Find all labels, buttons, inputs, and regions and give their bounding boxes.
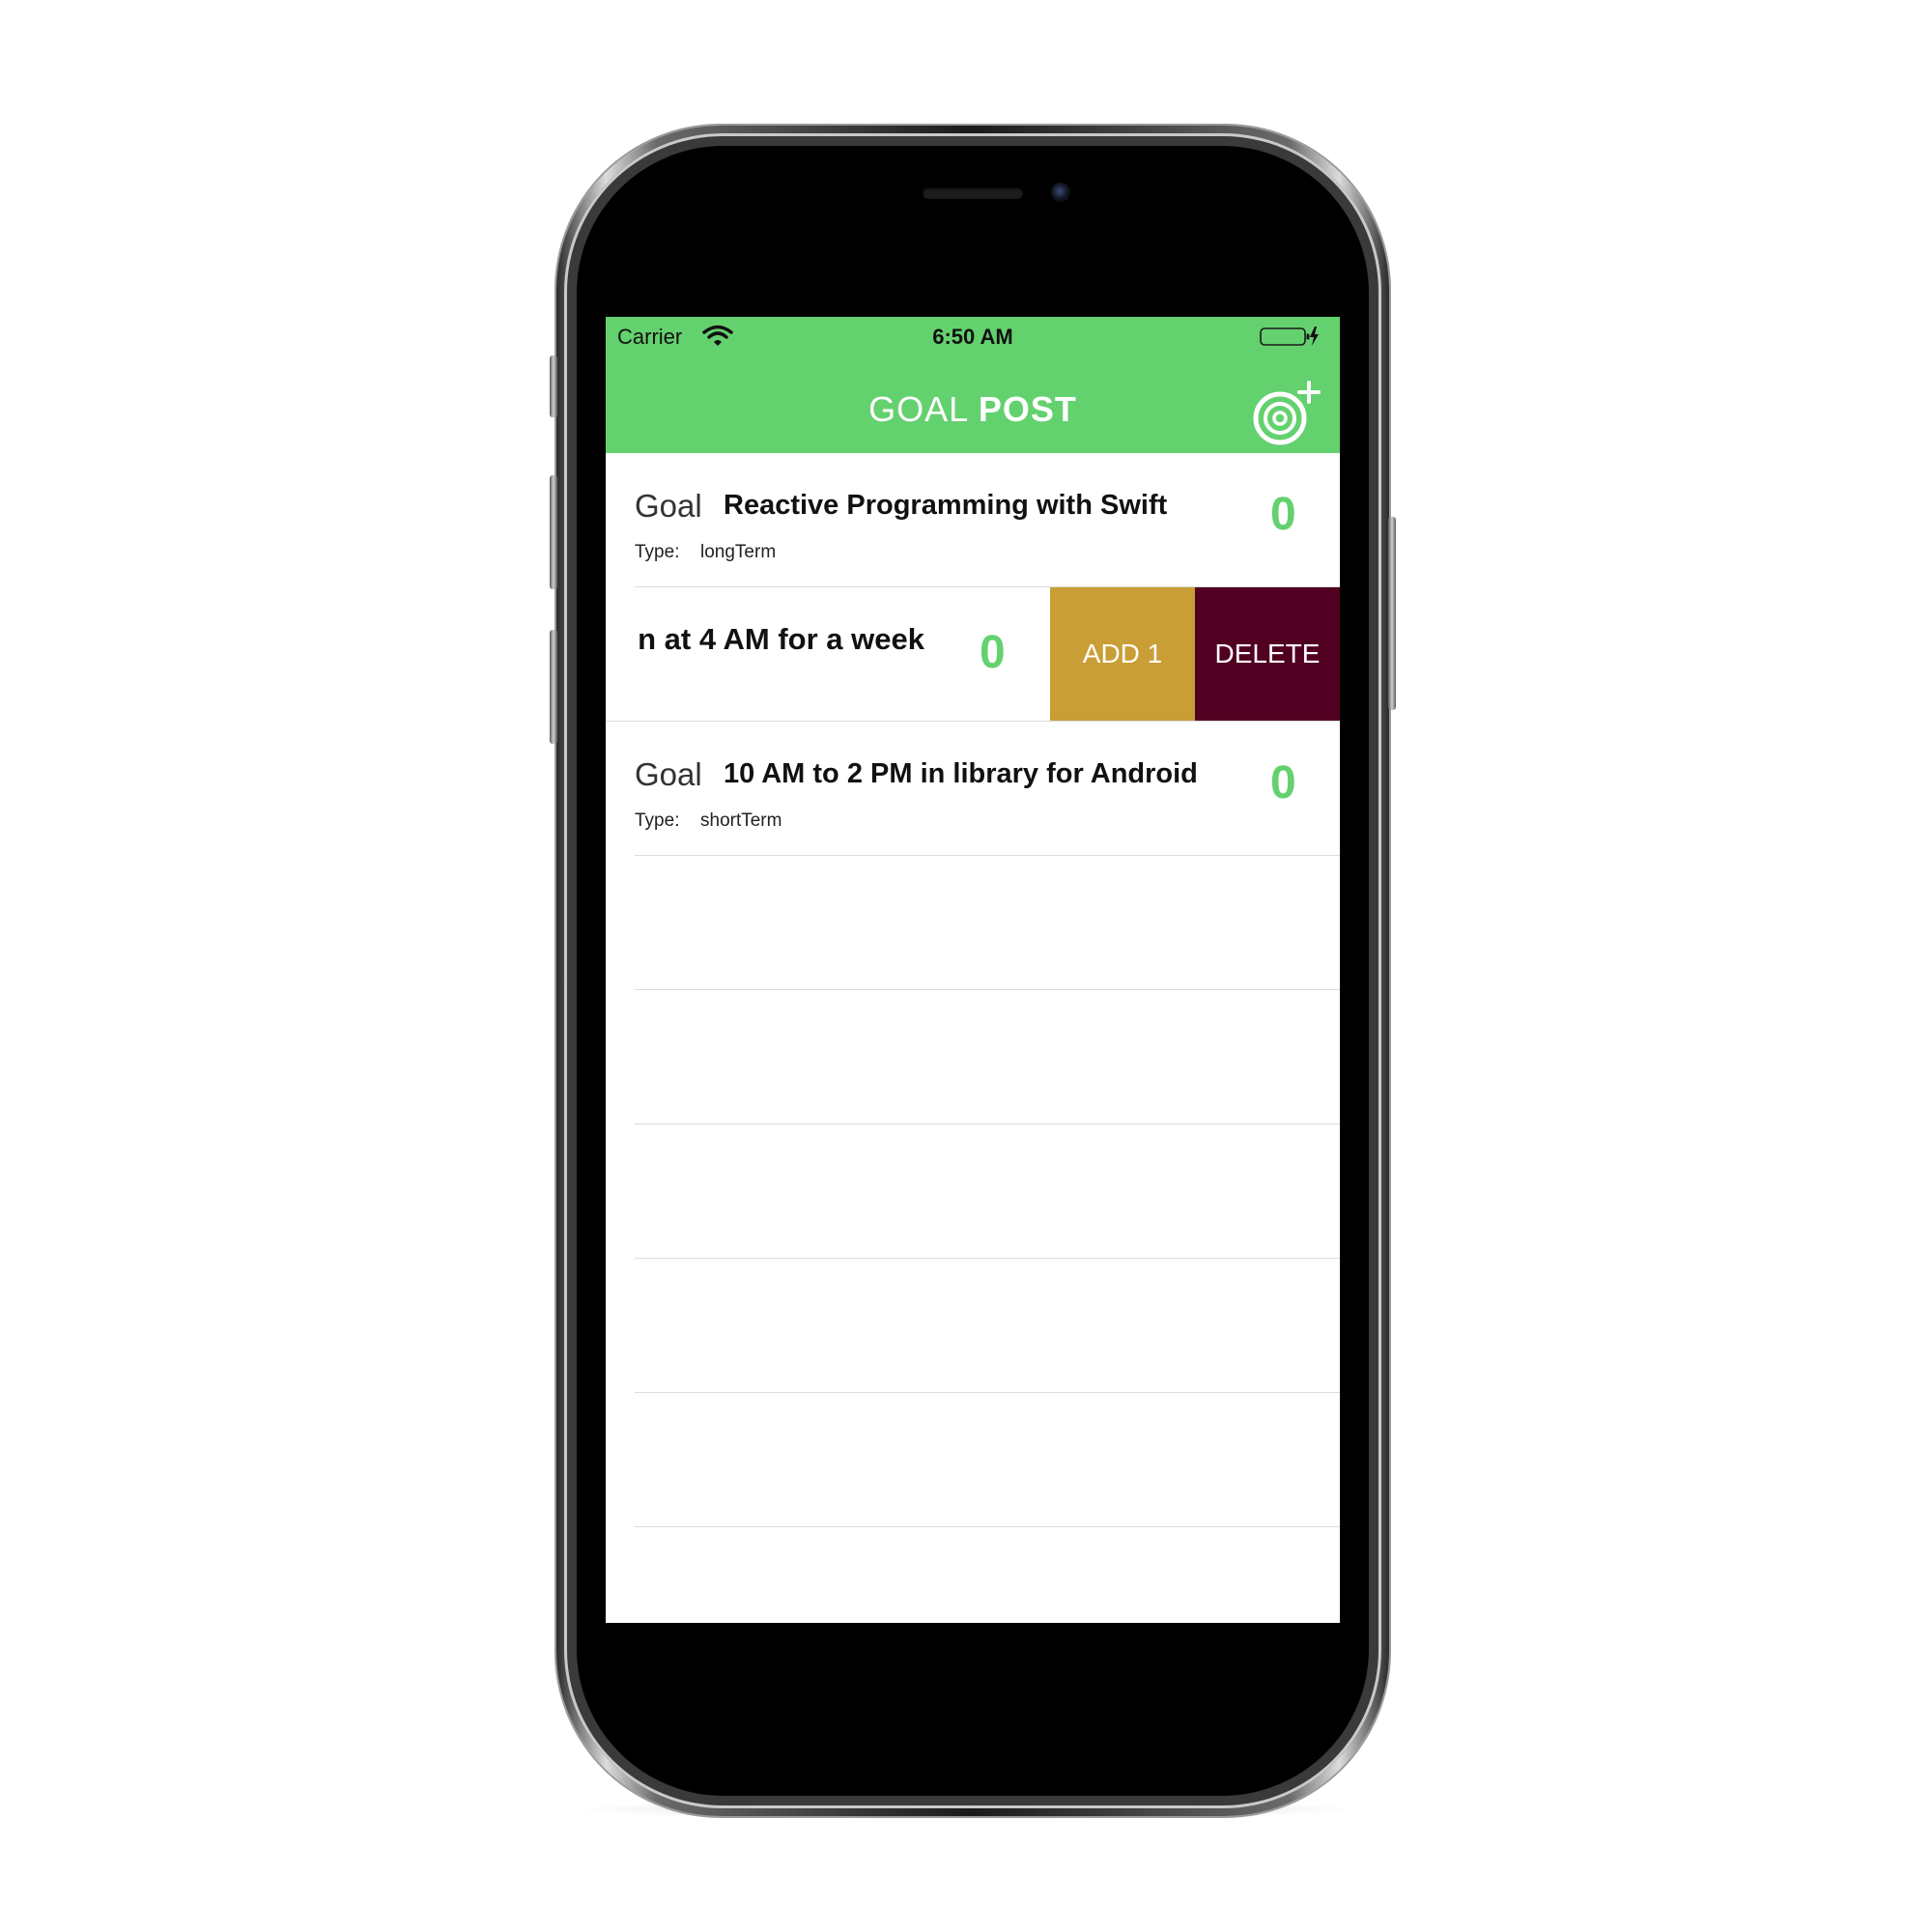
app-title: GOAL POST xyxy=(606,389,1340,430)
empty-row-divider xyxy=(635,989,1340,990)
goal-type: longTerm xyxy=(700,542,777,562)
add-goal-button[interactable] xyxy=(1251,381,1322,448)
goal-label: Goal xyxy=(635,488,702,524)
empty-row-divider xyxy=(635,1258,1340,1259)
app-screen: Carrier 6:50 AM GOAL POST Goal Reactive … xyxy=(606,317,1340,1623)
silent-switch xyxy=(550,355,557,417)
target-plus-icon xyxy=(1253,381,1321,445)
goal-type-label: Type: xyxy=(635,810,680,831)
empty-row-divider xyxy=(635,1526,1340,1527)
battery-charging-icon xyxy=(1260,327,1319,346)
power-button xyxy=(1388,517,1396,710)
app-title-bold: POST xyxy=(978,389,1077,429)
goal-description: n at 4 AM for a week xyxy=(638,622,924,656)
stage: Carrier 6:50 AM GOAL POST Goal Reactive … xyxy=(0,0,1932,1932)
goal-description: Reactive Programming with Swift xyxy=(724,490,1168,521)
empty-row-divider xyxy=(635,1392,1340,1393)
status-bar: Carrier 6:50 AM xyxy=(606,317,1340,355)
goal-type: shortTerm xyxy=(700,810,782,831)
goal-description: 10 AM to 2 PM in library for Android xyxy=(724,758,1198,789)
goal-row[interactable]: Goal 10 AM to 2 PM in library for Androi… xyxy=(606,722,1340,856)
volume-up-button xyxy=(550,475,557,589)
goal-row-content: n at 4 AM for a week 0 xyxy=(606,587,1050,721)
volume-down-button xyxy=(550,630,557,744)
status-time: 6:50 AM xyxy=(932,325,1013,349)
goal-progress: 0 xyxy=(980,627,1006,678)
goal-progress: 0 xyxy=(1270,489,1296,540)
app-header: Carrier 6:50 AM GOAL POST xyxy=(606,317,1340,453)
goal-type-label: Type: xyxy=(635,542,680,562)
row-divider xyxy=(635,855,1340,856)
empty-row-divider xyxy=(635,1123,1340,1124)
earpiece-speaker xyxy=(923,187,1023,199)
app-title-light: GOAL xyxy=(868,389,968,429)
goal-row[interactable]: Goal Reactive Programming with Swift Typ… xyxy=(606,453,1340,587)
add-one-button[interactable]: ADD 1 xyxy=(1050,587,1195,721)
goal-row-swiped[interactable]: n at 4 AM for a week 0 ADD 1 DELETE xyxy=(606,587,1340,722)
delete-button[interactable]: DELETE xyxy=(1195,587,1340,721)
goal-progress: 0 xyxy=(1270,757,1296,809)
goal-label: Goal xyxy=(635,756,702,792)
front-camera xyxy=(1051,183,1070,202)
